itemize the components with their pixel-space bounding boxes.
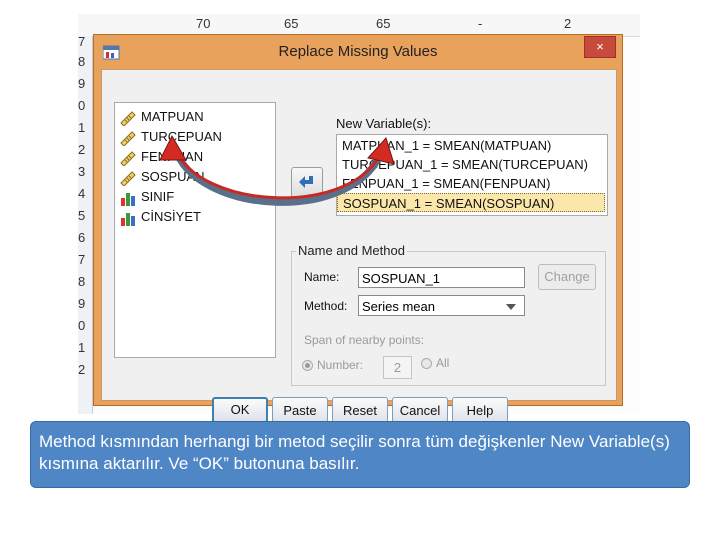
replace-missing-values-dialog: Replace Missing Values × MATPUAN TURCEPU… bbox=[93, 34, 623, 423]
group-title: Name and Method bbox=[296, 243, 407, 258]
row-number: 9 bbox=[78, 76, 86, 91]
row-number: 5 bbox=[78, 208, 86, 223]
number-radio[interactable] bbox=[302, 360, 313, 371]
arrow-left-icon bbox=[299, 176, 313, 188]
row-number: 9 bbox=[78, 296, 86, 311]
cell-value: 2 bbox=[564, 16, 572, 31]
row-number: 2 bbox=[78, 362, 86, 377]
list-item[interactable]: MATPUAN bbox=[119, 107, 204, 127]
ok-button[interactable]: OK bbox=[212, 397, 268, 423]
row-number: 2 bbox=[78, 142, 86, 157]
new-variables-label: New Variable(s): bbox=[336, 116, 432, 131]
source-variable-label: MATPUAN bbox=[141, 109, 204, 124]
dialog-client-area: MATPUAN TURCEPUAN FENPUAN SOSPUAN SINIF … bbox=[101, 69, 617, 423]
list-item[interactable]: TURCEPUAN_1 = SMEAN(TURCEPUAN) bbox=[337, 155, 605, 174]
bar-chart-icon bbox=[121, 212, 135, 226]
source-variable-list[interactable]: MATPUAN TURCEPUAN FENPUAN SOSPUAN SINIF … bbox=[114, 102, 276, 358]
row-number: 8 bbox=[78, 54, 86, 69]
change-button[interactable]: Change bbox=[538, 264, 596, 290]
row-number: 1 bbox=[78, 340, 86, 355]
row-number: 6 bbox=[78, 230, 86, 245]
name-and-method-group: Name and Method Name: SOSPUAN_1 Change M… bbox=[291, 243, 606, 386]
list-item[interactable]: CİNSİYET bbox=[119, 207, 201, 227]
all-radio[interactable] bbox=[421, 358, 432, 369]
list-item[interactable]: FENPUAN bbox=[119, 147, 203, 167]
cell-value: 65 bbox=[284, 16, 299, 31]
scale-ruler-icon bbox=[120, 150, 136, 166]
cell-value: 70 bbox=[196, 16, 211, 31]
move-variable-button[interactable] bbox=[291, 167, 323, 201]
chevron-down-icon bbox=[506, 304, 516, 310]
row-number: 7 bbox=[78, 252, 86, 267]
paste-button[interactable]: Paste bbox=[272, 397, 328, 423]
caption-text: Method kısmından herhangi bir metod seçi… bbox=[39, 432, 670, 473]
all-label: All bbox=[436, 356, 450, 370]
row-number: 0 bbox=[78, 318, 86, 333]
list-item[interactable]: TURCEPUAN bbox=[119, 127, 222, 147]
row-header-column: 7 8 9 0 1 2 3 4 5 6 7 8 9 0 1 2 bbox=[78, 34, 93, 414]
row-number: 8 bbox=[78, 274, 86, 289]
help-button[interactable]: Help bbox=[452, 397, 508, 423]
list-item[interactable]: SINIF bbox=[119, 187, 174, 207]
reset-button[interactable]: Reset bbox=[332, 397, 388, 423]
source-variable-label: SINIF bbox=[141, 189, 175, 204]
new-variables-list[interactable]: MATPUAN_1 = SMEAN(MATPUAN) TURCEPUAN_1 =… bbox=[336, 134, 608, 216]
name-input[interactable]: SOSPUAN_1 bbox=[358, 267, 525, 288]
source-variable-label: CİNSİYET bbox=[141, 209, 201, 224]
number-label: Number: bbox=[317, 358, 364, 372]
source-variable-label: TURCEPUAN bbox=[141, 129, 222, 144]
method-dropdown[interactable]: Series mean bbox=[358, 295, 525, 316]
method-selected-value: Series mean bbox=[362, 299, 435, 314]
list-item[interactable]: FENPUAN_1 = SMEAN(FENPUAN) bbox=[337, 174, 605, 193]
list-item[interactable]: MATPUAN_1 = SMEAN(MATPUAN) bbox=[337, 136, 605, 155]
close-button[interactable]: × bbox=[584, 36, 616, 58]
dialog-titlebar[interactable]: Replace Missing Values × bbox=[94, 35, 622, 69]
row-number: 0 bbox=[78, 98, 86, 113]
cell-value: 65 bbox=[376, 16, 391, 31]
method-label: Method: bbox=[304, 299, 348, 313]
dialog-title: Replace Missing Values bbox=[278, 43, 438, 60]
scale-ruler-icon bbox=[120, 110, 136, 126]
span-label: Span of nearby points: bbox=[304, 333, 425, 347]
name-label: Name: bbox=[304, 270, 340, 284]
list-item[interactable]: SOSPUAN bbox=[119, 167, 205, 187]
bar-chart-icon bbox=[121, 192, 135, 206]
row-number: 4 bbox=[78, 186, 86, 201]
instruction-caption: Method kısmından herhangi bir metod seçi… bbox=[30, 421, 690, 488]
row-number: 7 bbox=[78, 34, 86, 49]
list-item-selected[interactable]: SOSPUAN_1 = SMEAN(SOSPUAN) bbox=[337, 193, 605, 212]
scale-ruler-icon bbox=[120, 130, 136, 146]
row-number: 1 bbox=[78, 120, 86, 135]
cancel-button[interactable]: Cancel bbox=[392, 397, 448, 423]
row-number: 3 bbox=[78, 164, 86, 179]
source-variable-label: FENPUAN bbox=[141, 149, 204, 164]
number-input[interactable]: 2 bbox=[383, 356, 412, 379]
source-variable-label: SOSPUAN bbox=[141, 169, 205, 184]
scale-ruler-icon bbox=[120, 170, 136, 186]
cell-value: - bbox=[478, 16, 483, 31]
